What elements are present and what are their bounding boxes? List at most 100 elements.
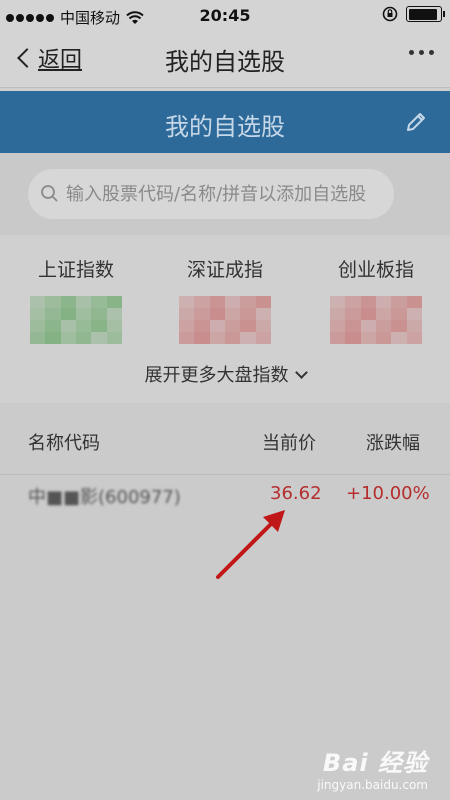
blur-pixel <box>179 332 195 344</box>
blur-pixel <box>209 308 225 320</box>
blur-pixel <box>106 296 122 308</box>
page-title: 我的自选股 <box>165 48 285 76</box>
blur-pixel <box>406 320 422 332</box>
search-input[interactable] <box>66 183 386 205</box>
blur-pixel <box>106 308 122 320</box>
stock-change: +10.00% <box>346 483 430 504</box>
blur-pixel <box>391 296 407 308</box>
blur-pixel <box>30 320 46 332</box>
watermark-logo: Bai 经验 jingyan.baidu.com <box>317 743 428 792</box>
search-icon <box>41 185 58 202</box>
blur-pixel <box>375 308 392 320</box>
column-header-name: 名称代码 <box>28 433 100 454</box>
blur-pixel <box>209 332 225 344</box>
expand-label: 展开更多大盘指数 <box>144 365 289 386</box>
blur-pixel <box>391 332 407 344</box>
expand-indices-button[interactable]: 展开更多大盘指数 <box>0 361 450 387</box>
status-bar: 中国移动 20:45 <box>0 0 450 32</box>
blur-pixel <box>406 296 422 308</box>
blur-pixel <box>75 296 92 308</box>
annotation-arrow-icon <box>216 510 285 579</box>
blur-pixel <box>375 332 392 344</box>
index-card[interactable]: 上证指数 <box>16 255 136 344</box>
stock-price: 36.62 <box>270 483 322 504</box>
blur-pixel <box>360 296 376 308</box>
blur-pixel <box>255 332 271 344</box>
index-card[interactable]: 创业板指 <box>316 255 436 344</box>
blur-pixel <box>106 332 122 344</box>
blur-pixel <box>345 320 361 332</box>
nav-bar: 返回 我的自选股 <box>0 32 450 88</box>
chevron-down-icon <box>294 366 308 379</box>
more-button[interactable] <box>409 50 434 55</box>
blur-pixel <box>360 308 376 320</box>
blur-pixel <box>330 320 346 332</box>
watchlist-header: 我的自选股 <box>0 91 450 153</box>
index-value-blurred <box>30 296 122 344</box>
blur-pixel <box>91 308 107 320</box>
blur-pixel <box>60 320 76 332</box>
battery-icon <box>406 6 445 22</box>
blur-pixel <box>75 332 92 344</box>
blur-pixel <box>91 296 107 308</box>
index-name: 创业板指 <box>337 259 414 281</box>
status-right <box>382 6 445 22</box>
blur-pixel <box>60 308 76 320</box>
blur-pixel <box>91 332 107 344</box>
blur-pixel <box>45 320 61 332</box>
blur-pixel <box>360 320 376 332</box>
blur-pixel <box>240 332 256 344</box>
stock-name-code: 中■■影(600977) <box>28 487 181 508</box>
search-section <box>0 153 450 235</box>
more-dot-icon <box>419 50 424 55</box>
blur-pixel <box>345 296 361 308</box>
column-header-price: 当前价 <box>262 433 316 454</box>
blur-pixel <box>240 320 256 332</box>
blur-pixel <box>224 332 241 344</box>
search-bar[interactable] <box>28 169 394 219</box>
blur-pixel <box>75 320 92 332</box>
blur-pixel <box>30 308 46 320</box>
blur-pixel <box>224 308 241 320</box>
blur-pixel <box>375 320 392 332</box>
blur-pixel <box>60 296 76 308</box>
blur-pixel <box>30 332 46 344</box>
index-card[interactable]: 深证成指 <box>165 255 285 344</box>
blur-pixel <box>240 296 256 308</box>
blur-pixel <box>391 320 407 332</box>
watchlist: 名称代码 当前价 涨跌幅 中■■影(600977) 36.62 +10.00% <box>0 403 450 800</box>
blur-pixel <box>106 320 122 332</box>
blur-pixel <box>209 296 225 308</box>
blur-pixel <box>30 296 46 308</box>
blur-pixel <box>330 308 346 320</box>
column-header-change: 涨跌幅 <box>366 433 420 454</box>
blur-pixel <box>406 332 422 344</box>
more-dot-icon <box>409 50 414 55</box>
list-header: 名称代码 当前价 涨跌幅 <box>0 403 450 475</box>
blur-pixel <box>179 320 195 332</box>
index-value-blurred <box>179 296 271 344</box>
blur-pixel <box>45 308 61 320</box>
blur-pixel <box>360 332 376 344</box>
market-indices: 上证指数 深证成指 创业板指 展开更多大盘指数 <box>0 235 450 403</box>
watermark-brand: Bai 经验 <box>322 749 428 777</box>
pencil-icon[interactable] <box>404 110 428 134</box>
blur-pixel <box>345 332 361 344</box>
blur-pixel <box>391 308 407 320</box>
index-name: 深证成指 <box>186 259 263 281</box>
blur-pixel <box>194 332 210 344</box>
blur-pixel <box>179 296 195 308</box>
blur-pixel <box>60 332 76 344</box>
blur-pixel <box>194 308 210 320</box>
index-name: 上证指数 <box>37 259 114 281</box>
blur-pixel <box>240 308 256 320</box>
blur-pixel <box>75 308 92 320</box>
blur-pixel <box>179 308 195 320</box>
blur-pixel <box>45 332 61 344</box>
index-value-blurred <box>330 296 422 344</box>
blur-pixel <box>224 320 241 332</box>
blur-pixel <box>91 320 107 332</box>
blur-pixel <box>345 308 361 320</box>
watermark-url: jingyan.baidu.com <box>317 778 428 792</box>
rotation-lock-icon <box>382 6 398 22</box>
